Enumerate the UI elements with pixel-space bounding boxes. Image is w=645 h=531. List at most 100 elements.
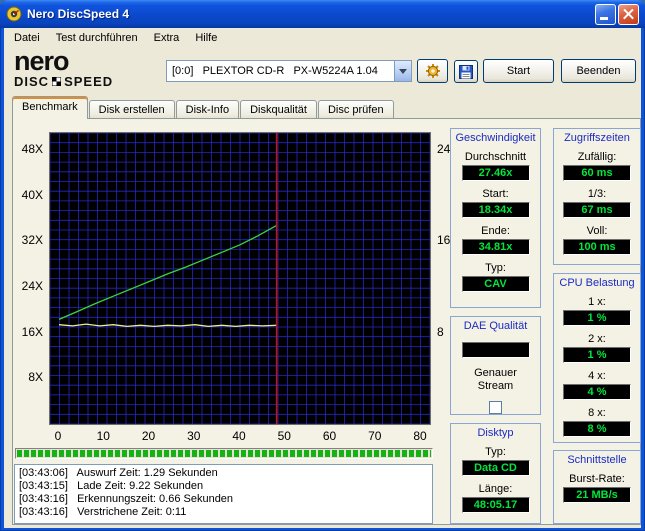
burst-rate-value: 21 MB/s	[563, 487, 631, 503]
axis-tick-label: 40	[232, 429, 246, 443]
log-line: [03:43:16] Erkennungszeit: 0.66 Sekunden	[19, 493, 234, 505]
drive-select-value: [0:0] PLEXTOR CD-R PX-W5224A 1.04	[172, 65, 378, 77]
tab-benchmark[interactable]: Benchmark	[12, 96, 88, 119]
dae-quality-value	[461, 342, 530, 358]
save-button[interactable]	[454, 60, 478, 83]
minimize-button[interactable]	[595, 3, 616, 25]
panel-title: DAE Qualität	[463, 320, 528, 332]
panel-geschwindigkeit: Geschwindigkeit Durchschnitt 27.46x Star…	[450, 128, 541, 308]
chevron-down-icon	[399, 68, 407, 74]
options-button[interactable]	[417, 59, 448, 83]
tab-disc-pruefen[interactable]: Disc prüfen	[317, 100, 394, 119]
disc-length-value: 48:05.17	[461, 497, 530, 513]
panel-title: Schnittstelle	[567, 454, 627, 466]
axis-tick-label: 80	[413, 429, 427, 443]
menu-extra[interactable]: Extra	[146, 29, 188, 47]
axis-tick-label: 16	[437, 233, 451, 248]
close-button[interactable]	[618, 3, 639, 25]
axis-tick-label: 60	[322, 429, 337, 443]
cpu-4x-value: 4 %	[563, 384, 631, 400]
title-bar[interactable]: Nero DiscSpeed 4	[0, 0, 645, 28]
axis-tick-label: 24	[437, 142, 451, 157]
cpu-2x-label: 2 x:	[588, 333, 606, 345]
axis-tick-label: 10	[96, 429, 110, 443]
tab-disk-erstellen[interactable]: Disk erstellen	[88, 100, 175, 119]
disc-position-fill	[17, 450, 431, 457]
cpu-2x-value: 1 %	[563, 347, 631, 363]
speed-avg-label: Durchschnitt	[464, 151, 527, 163]
panel-cpu-belastung: CPU Belastung 1 x: 1 % 2 x: 1 % 4 x: 4 %…	[553, 273, 641, 443]
axis-tick-label: 0	[54, 429, 62, 443]
benchmark-chart	[49, 132, 431, 425]
save-icon	[459, 64, 473, 79]
disc-position-bar	[15, 448, 433, 459]
tab-diskqualitaet[interactable]: Diskqualität	[240, 100, 317, 119]
axis-tick-label: 30	[187, 429, 201, 443]
panel-title: Disktyp	[477, 427, 514, 439]
speed-avg-value: 27.46x	[461, 165, 530, 181]
log-box[interactable]: [03:43:06] Auswurf Zeit: 1.29 Sekunden […	[14, 464, 433, 524]
speed-end-value: 34.81x	[461, 239, 530, 255]
window-title: Nero DiscSpeed 4	[27, 7, 130, 21]
axis-tick-label: 8X	[28, 370, 43, 385]
drive-select[interactable]: [0:0] PLEXTOR CD-R PX-W5224A 1.04	[166, 60, 412, 82]
speed-end-label: Ende:	[481, 225, 510, 237]
access-random-label: Zufällig:	[577, 151, 617, 163]
cpu-1x-label: 1 x:	[588, 296, 606, 308]
panel-dae-qualitaet: DAE Qualität Genauer Stream	[450, 316, 541, 415]
speed-start-label: Start:	[482, 188, 509, 200]
nero-discspeed-logo: nero DISC SPEED	[14, 48, 144, 92]
logo-brand-text: nero	[14, 46, 70, 76]
checker-icon	[52, 77, 62, 86]
disc-type-value: Data CD	[461, 460, 530, 476]
cpu-8x-value: 8 %	[563, 421, 631, 437]
combo-dropdown-button[interactable]	[394, 61, 411, 81]
logo-product-left: DISC	[14, 74, 50, 89]
axis-tick-label: 32X	[21, 233, 43, 248]
start-button[interactable]: Start	[483, 59, 554, 83]
panel-title: Geschwindigkeit	[455, 132, 536, 144]
genauer-stream-label: Genauer Stream	[474, 367, 517, 392]
menu-hilfe[interactable]: Hilfe	[187, 29, 225, 47]
app-icon	[6, 6, 22, 22]
menu-bar: Datei Test durchführen Extra Hilfe	[4, 28, 641, 48]
tab-strip: Benchmark Disk erstellen Disk-Info Diskq…	[12, 96, 395, 119]
axis-tick-label: 50	[277, 429, 291, 443]
disc-type-label: Typ:	[485, 446, 506, 458]
burst-rate-label: Burst-Rate:	[569, 473, 625, 485]
menu-test-durchfuehren[interactable]: Test durchführen	[48, 29, 146, 47]
access-full-label: Voll:	[586, 225, 608, 237]
gear-icon	[425, 64, 440, 78]
access-random-value: 60 ms	[563, 165, 631, 181]
log-line: [03:43:16] Verstrichene Zeit: 0:11	[19, 506, 187, 518]
axis-tick-label: 16X	[21, 324, 43, 339]
disc-length-label: Länge:	[478, 483, 513, 495]
speed-type-label: Typ:	[485, 262, 506, 274]
panel-title: Zugriffszeiten	[564, 132, 630, 144]
axis-tick-label: 20	[141, 429, 156, 443]
benchmark-tab-page: 48X 40X 32X 24X 16X 8X 24 16 8 0 10 20 30 40 50 60 70 8…	[12, 118, 641, 525]
panel-schnittstelle: Schnittstelle Burst-Rate: 21 MB/s	[553, 450, 641, 524]
log-line: [03:43:15] Lade Zeit: 9.22 Sekunden	[19, 480, 204, 492]
panel-zugriffszeiten: Zugriffszeiten Zufällig: 60 ms 1/3: 67 m…	[553, 128, 641, 265]
x-axis-labels: 0 10 20 30 40 50 60 70 80	[49, 429, 431, 443]
cpu-4x-label: 4 x:	[588, 370, 606, 382]
genauer-stream-checkbox[interactable]	[489, 401, 502, 414]
panel-disktyp: Disktyp Typ: Data CD Länge: 48:05.17	[450, 423, 541, 524]
axis-tick-label: 40X	[21, 187, 43, 202]
panel-title: CPU Belastung	[559, 277, 635, 289]
logo-product-right: SPEED	[64, 74, 114, 89]
benchmark-chart-area: 48X 40X 32X 24X 16X 8X 24 16 8 0 10 20 30 40 50 60 70 8…	[15, 132, 451, 444]
axis-tick-label: 8	[437, 324, 444, 339]
cpu-1x-value: 1 %	[563, 310, 631, 326]
access-third-value: 67 ms	[563, 202, 631, 218]
tab-disk-info[interactable]: Disk-Info	[175, 100, 240, 119]
menu-datei[interactable]: Datei	[6, 29, 48, 47]
axis-tick-label: 70	[368, 429, 382, 443]
speed-start-value: 18.34x	[461, 202, 530, 218]
axis-tick-label: 48X	[21, 142, 43, 157]
quit-button-label: Beenden	[576, 65, 621, 77]
axis-tick-label: 24X	[21, 279, 43, 294]
quit-button[interactable]: Beenden	[561, 59, 636, 83]
client-area: Datei Test durchführen Extra Hilfe nero …	[4, 28, 641, 528]
